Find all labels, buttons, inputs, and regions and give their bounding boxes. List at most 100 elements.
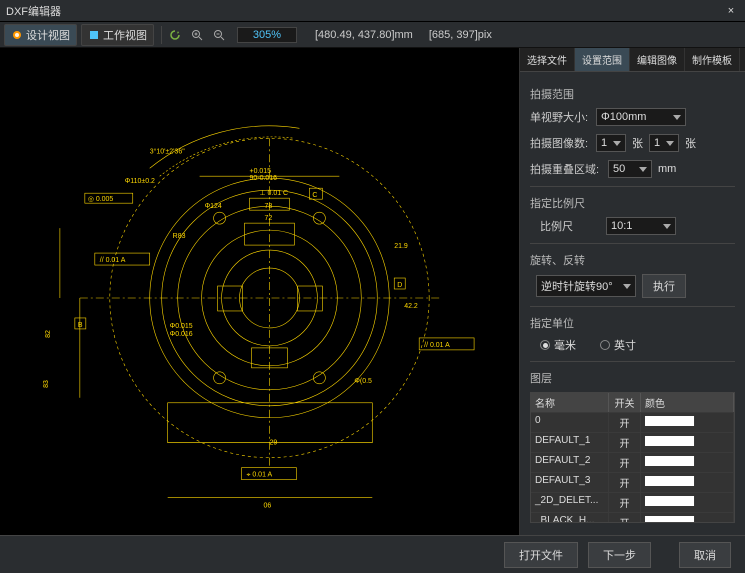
work-view-label: 工作视图	[103, 27, 147, 43]
layer-name: DEFAULT_3	[531, 473, 609, 492]
layer-name: _BLACK_H...	[531, 513, 609, 522]
svg-text:Φ110±0.2: Φ110±0.2	[125, 178, 155, 185]
layer-row[interactable]: DEFAULT_2开	[531, 452, 734, 472]
overlap-unit: mm	[658, 163, 676, 175]
layer-switch[interactable]: 开	[609, 413, 641, 432]
svg-text:06: 06	[263, 503, 271, 510]
close-icon[interactable]: ×	[723, 5, 739, 17]
side-panel: 选择文件 设置范围 编辑图像 制作模板 拍摄范围 单视野大小: Φ100mm 拍…	[520, 48, 745, 535]
svg-text:⌖ 0.01 A: ⌖ 0.01 A	[247, 472, 273, 479]
layer-color[interactable]	[641, 433, 734, 452]
capture-range-title: 拍摄范围	[530, 86, 735, 102]
tabs: 选择文件 设置范围 编辑图像 制作模板	[520, 48, 745, 72]
svg-text:+0.015: +0.015	[250, 168, 272, 175]
count-x-select[interactable]: 1	[596, 134, 626, 152]
chevron-down-icon	[639, 167, 647, 172]
svg-text:Φ(0.5: Φ(0.5	[354, 378, 372, 385]
svg-text:29: 29	[269, 440, 277, 447]
layer-switch[interactable]: 开	[609, 493, 641, 512]
svg-text:90-0.016: 90-0.016	[250, 175, 278, 182]
layer-color[interactable]	[641, 473, 734, 492]
layer-table: 名称 开关 颜色 0开DEFAULT_1开DEFAULT_2开DEFAULT_3…	[530, 392, 735, 523]
layer-switch[interactable]: 开	[609, 513, 641, 522]
svg-text:// 0.01 A: // 0.01 A	[424, 342, 450, 349]
chevron-down-icon	[623, 284, 631, 289]
svg-text:R83: R83	[173, 233, 186, 240]
layer-head-switch[interactable]: 开关	[609, 393, 641, 412]
svg-text:Φ0.016: Φ0.016	[170, 331, 193, 338]
layer-head-color[interactable]: 颜色	[641, 393, 734, 412]
fov-value: Φ100mm	[601, 111, 646, 123]
fov-select[interactable]: Φ100mm	[596, 108, 686, 126]
zoom-input[interactable]: 305%	[237, 27, 297, 43]
overlap-label: 拍摄重叠区域:	[530, 161, 602, 177]
zoom-out-icon[interactable]	[213, 29, 225, 41]
count-y-select[interactable]: 1	[649, 134, 679, 152]
fov-label: 单视野大小:	[530, 109, 590, 125]
coord-px: [685, 397]pix	[423, 29, 498, 41]
svg-text:3°10'±2'36": 3°10'±2'36"	[150, 147, 186, 155]
work-view-icon	[88, 29, 100, 41]
toolbar: 设计视图 工作视图 305% [480.49, 437.80]mm [685, …	[0, 22, 745, 48]
rotate-exec-button[interactable]: 执行	[642, 274, 686, 298]
design-view-icon	[11, 29, 23, 41]
layer-switch[interactable]: 开	[609, 473, 641, 492]
refresh-icon[interactable]	[169, 29, 181, 41]
count-label: 拍摄图像数:	[530, 135, 590, 151]
layer-title: 图层	[530, 370, 735, 386]
layer-color[interactable]	[641, 413, 734, 432]
unit-mm-radio[interactable]: 毫米	[540, 337, 576, 353]
svg-text:78: 78	[264, 203, 272, 210]
layer-row[interactable]: DEFAULT_1开	[531, 432, 734, 452]
count-suffix: 张	[685, 135, 696, 151]
layer-row[interactable]: _BLACK_H...开	[531, 512, 734, 522]
layer-switch[interactable]: 开	[609, 433, 641, 452]
layer-color[interactable]	[641, 513, 734, 522]
svg-text:⊥ 0.01 C: ⊥ 0.01 C	[260, 190, 289, 197]
svg-text:D: D	[397, 282, 402, 289]
tab-edit-image[interactable]: 编辑图像	[630, 48, 685, 71]
svg-text:21.9: 21.9	[394, 243, 408, 250]
layer-switch[interactable]: 开	[609, 453, 641, 472]
layer-name: _2D_DELET...	[531, 493, 609, 512]
svg-text:// 0.01 A: // 0.01 A	[100, 257, 126, 264]
cad-canvas[interactable]: // 0.01 A // 0.01 A ⌖ 0.01 A ◎ 0.005 C B…	[0, 48, 520, 535]
scale-title: 指定比例尺	[530, 195, 735, 211]
separator	[161, 26, 162, 44]
layer-color[interactable]	[641, 453, 734, 472]
layer-name: 0	[531, 413, 609, 432]
layer-head-name[interactable]: 名称	[531, 393, 609, 412]
design-view-button[interactable]: 设计视图	[4, 24, 77, 46]
chevron-down-icon	[673, 115, 681, 120]
design-view-label: 设计视图	[26, 27, 70, 43]
svg-text:Φ124: Φ124	[205, 203, 222, 210]
layer-color[interactable]	[641, 493, 734, 512]
svg-text:C: C	[312, 192, 317, 199]
radio-dot-icon	[540, 340, 550, 350]
window-title: DXF编辑器	[6, 3, 723, 19]
rotate-title: 旋转、反转	[530, 252, 735, 268]
tab-set-range[interactable]: 设置范围	[575, 48, 630, 71]
tab-select-file[interactable]: 选择文件	[520, 48, 575, 71]
layer-name: DEFAULT_1	[531, 433, 609, 452]
svg-text:Φ0.015: Φ0.015	[170, 323, 193, 330]
next-button[interactable]: 下一步	[588, 542, 651, 568]
svg-text:42.2: 42.2	[404, 303, 418, 310]
scale-select[interactable]: 10:1	[606, 217, 676, 235]
zoom-in-icon[interactable]	[191, 29, 203, 41]
svg-text:◎ 0.005: ◎ 0.005	[88, 196, 114, 203]
layer-name: DEFAULT_2	[531, 453, 609, 472]
layer-row[interactable]: DEFAULT_3开	[531, 472, 734, 492]
layer-row[interactable]: _2D_DELET...开	[531, 492, 734, 512]
unit-in-radio[interactable]: 英寸	[600, 337, 636, 353]
work-view-button[interactable]: 工作视图	[81, 24, 154, 46]
cancel-button[interactable]: 取消	[679, 542, 731, 568]
rotate-select[interactable]: 逆时针旋转90°	[536, 275, 636, 297]
svg-text:82: 82	[45, 330, 52, 338]
count-mid: 张	[632, 135, 643, 151]
open-file-button[interactable]: 打开文件	[504, 542, 578, 568]
overlap-select[interactable]: 50	[608, 160, 652, 178]
layer-row[interactable]: 0开	[531, 412, 734, 432]
svg-text:83: 83	[43, 380, 50, 388]
tab-make-template[interactable]: 制作模板	[685, 48, 740, 71]
